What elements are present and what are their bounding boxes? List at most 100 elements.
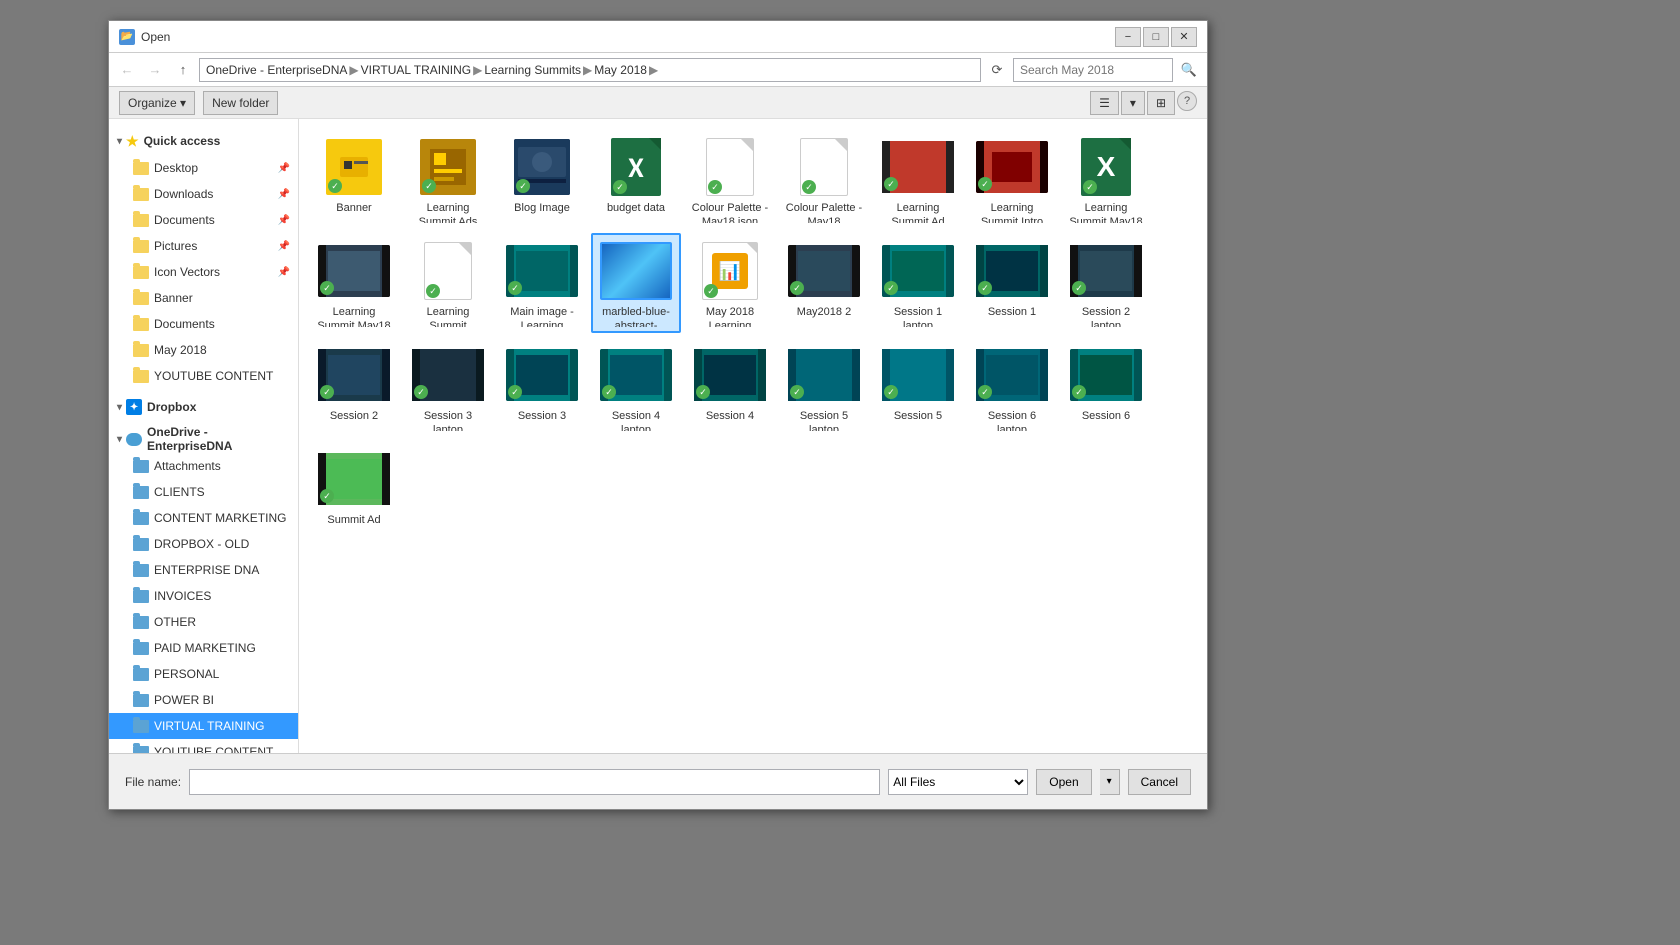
search-button[interactable]: 🔍 bbox=[1177, 58, 1201, 82]
file-name-session2: Session 2 bbox=[330, 409, 378, 423]
sidebar-item-banner[interactable]: Banner bbox=[109, 285, 298, 311]
folder-icon bbox=[133, 512, 149, 525]
sidebar-label-invoices: INVOICES bbox=[154, 589, 211, 603]
file-name-session6-laptop: Session 6 laptop bbox=[973, 409, 1051, 431]
folder-icon bbox=[133, 538, 149, 551]
window-title: Open bbox=[141, 30, 1115, 44]
sidebar-item-paid-marketing[interactable]: PAID MARKETING bbox=[109, 635, 298, 661]
file-item-summit-ad[interactable]: ✓ Summit Ad bbox=[309, 441, 399, 541]
file-item-session3-laptop[interactable]: ✓ Session 3 laptop bbox=[403, 337, 493, 437]
quick-access-header[interactable]: ▾ ★ Quick access bbox=[109, 127, 298, 155]
file-item-budget-data[interactable]: X ✓ budget data bbox=[591, 129, 681, 229]
sidebar-item-virtual-training[interactable]: VIRTUAL TRAINING bbox=[109, 713, 298, 739]
sidebar-item-personal[interactable]: PERSONAL bbox=[109, 661, 298, 687]
file-name-learning-summit-data-model: Learning Summit May18 - Data Model bbox=[1067, 201, 1145, 223]
file-item-colour-palette[interactable]: ✓ Colour Palette - May18 bbox=[779, 129, 869, 229]
file-item-session1[interactable]: ✓ Session 1 bbox=[967, 233, 1057, 333]
refresh-button[interactable]: ⟳ bbox=[985, 58, 1009, 82]
file-item-may2018-2[interactable]: ✓ May2018 2 bbox=[779, 233, 869, 333]
sidebar-item-youtube[interactable]: YOUTUBE CONTENT bbox=[109, 363, 298, 389]
file-name-session5-laptop: Session 5 laptop bbox=[785, 409, 863, 431]
file-item-session4-laptop[interactable]: ✓ Session 4 laptop bbox=[591, 337, 681, 437]
filetype-select[interactable]: All Files bbox=[888, 769, 1028, 795]
sync-check-icon: ✓ bbox=[708, 180, 722, 194]
organize-button[interactable]: Organize ▾ bbox=[119, 91, 195, 115]
view-details-button[interactable]: ☰ bbox=[1090, 91, 1119, 115]
close-button[interactable]: ✕ bbox=[1171, 27, 1197, 47]
file-area: ✓ Banner ✓ Learning Summit A bbox=[299, 119, 1207, 753]
address-path[interactable]: OneDrive - EnterpriseDNA ▶ VIRTUAL TRAIN… bbox=[199, 58, 981, 82]
open-button-arrow[interactable]: ▾ bbox=[1100, 769, 1120, 795]
breadcrumb-1[interactable]: OneDrive - EnterpriseDNA bbox=[206, 63, 347, 77]
sidebar-label-dropbox-old: DROPBOX - OLD bbox=[154, 537, 249, 551]
up-button[interactable]: ↑ bbox=[171, 58, 195, 82]
sidebar-item-dropbox-old[interactable]: DROPBOX - OLD bbox=[109, 531, 298, 557]
file-item-session6-laptop[interactable]: ✓ Session 6 laptop bbox=[967, 337, 1057, 437]
open-dialog: 📂 Open − □ ✕ ← → ↑ OneDrive - Enterprise… bbox=[108, 20, 1208, 810]
onedrive-header[interactable]: ▾ OneDrive - EnterpriseDNA bbox=[109, 425, 298, 453]
sidebar-item-downloads[interactable]: Downloads 📌 bbox=[109, 181, 298, 207]
file-item-may2018-demo[interactable]: 📊 ✓ May 2018 Learning Summit Demo bbox=[685, 233, 775, 333]
filename-input[interactable] bbox=[189, 769, 880, 795]
file-item-blog-image[interactable]: ✓ Blog Image bbox=[497, 129, 587, 229]
dropbox-icon: ✦ bbox=[126, 399, 142, 415]
file-item-session4[interactable]: ✓ Session 4 bbox=[685, 337, 775, 437]
sidebar-item-power-bi[interactable]: POWER BI bbox=[109, 687, 298, 713]
file-item-session5-laptop[interactable]: ✓ Session 5 laptop bbox=[779, 337, 869, 437]
sidebar-item-pictures[interactable]: Pictures 📌 bbox=[109, 233, 298, 259]
file-name-banner: Banner bbox=[336, 201, 371, 215]
sidebar-item-content-marketing[interactable]: CONTENT MARKETING bbox=[109, 505, 298, 531]
new-folder-button[interactable]: New folder bbox=[203, 91, 278, 115]
sidebar-item-other[interactable]: OTHER bbox=[109, 609, 298, 635]
view-toggle-button[interactable]: ▾ bbox=[1121, 91, 1145, 115]
file-item-session2[interactable]: ✓ Session 2 bbox=[309, 337, 399, 437]
sidebar-item-attachments[interactable]: Attachments bbox=[109, 453, 298, 479]
breadcrumb-3[interactable]: Learning Summits bbox=[484, 63, 581, 77]
sidebar-item-invoices[interactable]: INVOICES bbox=[109, 583, 298, 609]
cancel-button[interactable]: Cancel bbox=[1128, 769, 1191, 795]
file-item-colour-palette-json[interactable]: ✓ Colour Palette - May18.json bbox=[685, 129, 775, 229]
sidebar-item-icon-vectors[interactable]: Icon Vectors 📌 bbox=[109, 259, 298, 285]
sidebar-item-may2018[interactable]: May 2018 bbox=[109, 337, 298, 363]
title-bar: 📂 Open − □ ✕ bbox=[109, 21, 1207, 53]
sidebar-item-clients[interactable]: CLIENTS bbox=[109, 479, 298, 505]
maximize-button[interactable]: □ bbox=[1143, 27, 1169, 47]
file-item-marbled-blue[interactable]: marbled-blue-abstract-background bbox=[591, 233, 681, 333]
forward-button[interactable]: → bbox=[143, 58, 167, 82]
back-button[interactable]: ← bbox=[115, 58, 139, 82]
filename-label: File name: bbox=[125, 775, 181, 789]
file-item-learning-summit-intro[interactable]: ✓ Learning Summit Intro bbox=[967, 129, 1057, 229]
blue-selected-thumbnail bbox=[600, 242, 672, 300]
file-item-learning-summit-ad[interactable]: ✓ Learning Summit Ad bbox=[873, 129, 963, 229]
sidebar-item-enterprise-dna[interactable]: ENTERPRISE DNA bbox=[109, 557, 298, 583]
file-item-banner[interactable]: ✓ Banner bbox=[309, 129, 399, 229]
open-button[interactable]: Open bbox=[1036, 769, 1091, 795]
sidebar-item-documents2[interactable]: Documents bbox=[109, 311, 298, 337]
sidebar-item-youtube-content[interactable]: YOUTUBE CONTENT bbox=[109, 739, 298, 753]
file-name-may2018-2: May2018 2 bbox=[797, 305, 851, 319]
file-item-ls-may2018-announce[interactable]: ✓ Learning Summit May2018 Announce... bbox=[403, 233, 493, 333]
file-item-learning-summit-ads[interactable]: ✓ Learning Summit Ads bbox=[403, 129, 493, 229]
file-item-session2-laptop[interactable]: ✓ Session 2 laptop bbox=[1061, 233, 1151, 333]
view-large-button[interactable]: ⊞ bbox=[1147, 91, 1175, 115]
sidebar-item-documents[interactable]: Documents 📌 bbox=[109, 207, 298, 233]
dropbox-header[interactable]: ▾ ✦ Dropbox bbox=[109, 393, 298, 421]
help-button[interactable]: ? bbox=[1177, 91, 1197, 111]
folder-icon bbox=[133, 370, 149, 383]
file-item-learning-summit-data-model[interactable]: X ✓ Learning Summit May18 - Data Model bbox=[1061, 129, 1151, 229]
breadcrumb-4[interactable]: May 2018 bbox=[594, 63, 647, 77]
file-thumb-learning-summit-intro: ✓ bbox=[976, 137, 1048, 197]
file-item-session3[interactable]: ✓ Session 3 bbox=[497, 337, 587, 437]
minimize-button[interactable]: − bbox=[1115, 27, 1141, 47]
file-item-session1-laptop[interactable]: ✓ Session 1 laptop bbox=[873, 233, 963, 333]
file-item-session5[interactable]: ✓ Session 5 bbox=[873, 337, 963, 437]
search-input[interactable] bbox=[1013, 58, 1173, 82]
file-item-learning-summit-image1[interactable]: ✓ Learning Summit May18 - Image 1 bbox=[309, 233, 399, 333]
sidebar-label-documents: Documents bbox=[154, 213, 215, 227]
file-item-session6[interactable]: ✓ Session 6 bbox=[1061, 337, 1151, 437]
sidebar-item-desktop[interactable]: Desktop 📌 bbox=[109, 155, 298, 181]
breadcrumb-2[interactable]: VIRTUAL TRAINING bbox=[361, 63, 471, 77]
folder-icon bbox=[133, 720, 149, 733]
file-item-main-image[interactable]: ✓ Main image - Learning Summit bbox=[497, 233, 587, 333]
file-name-marbled-blue: marbled-blue-abstract-background bbox=[597, 305, 675, 327]
